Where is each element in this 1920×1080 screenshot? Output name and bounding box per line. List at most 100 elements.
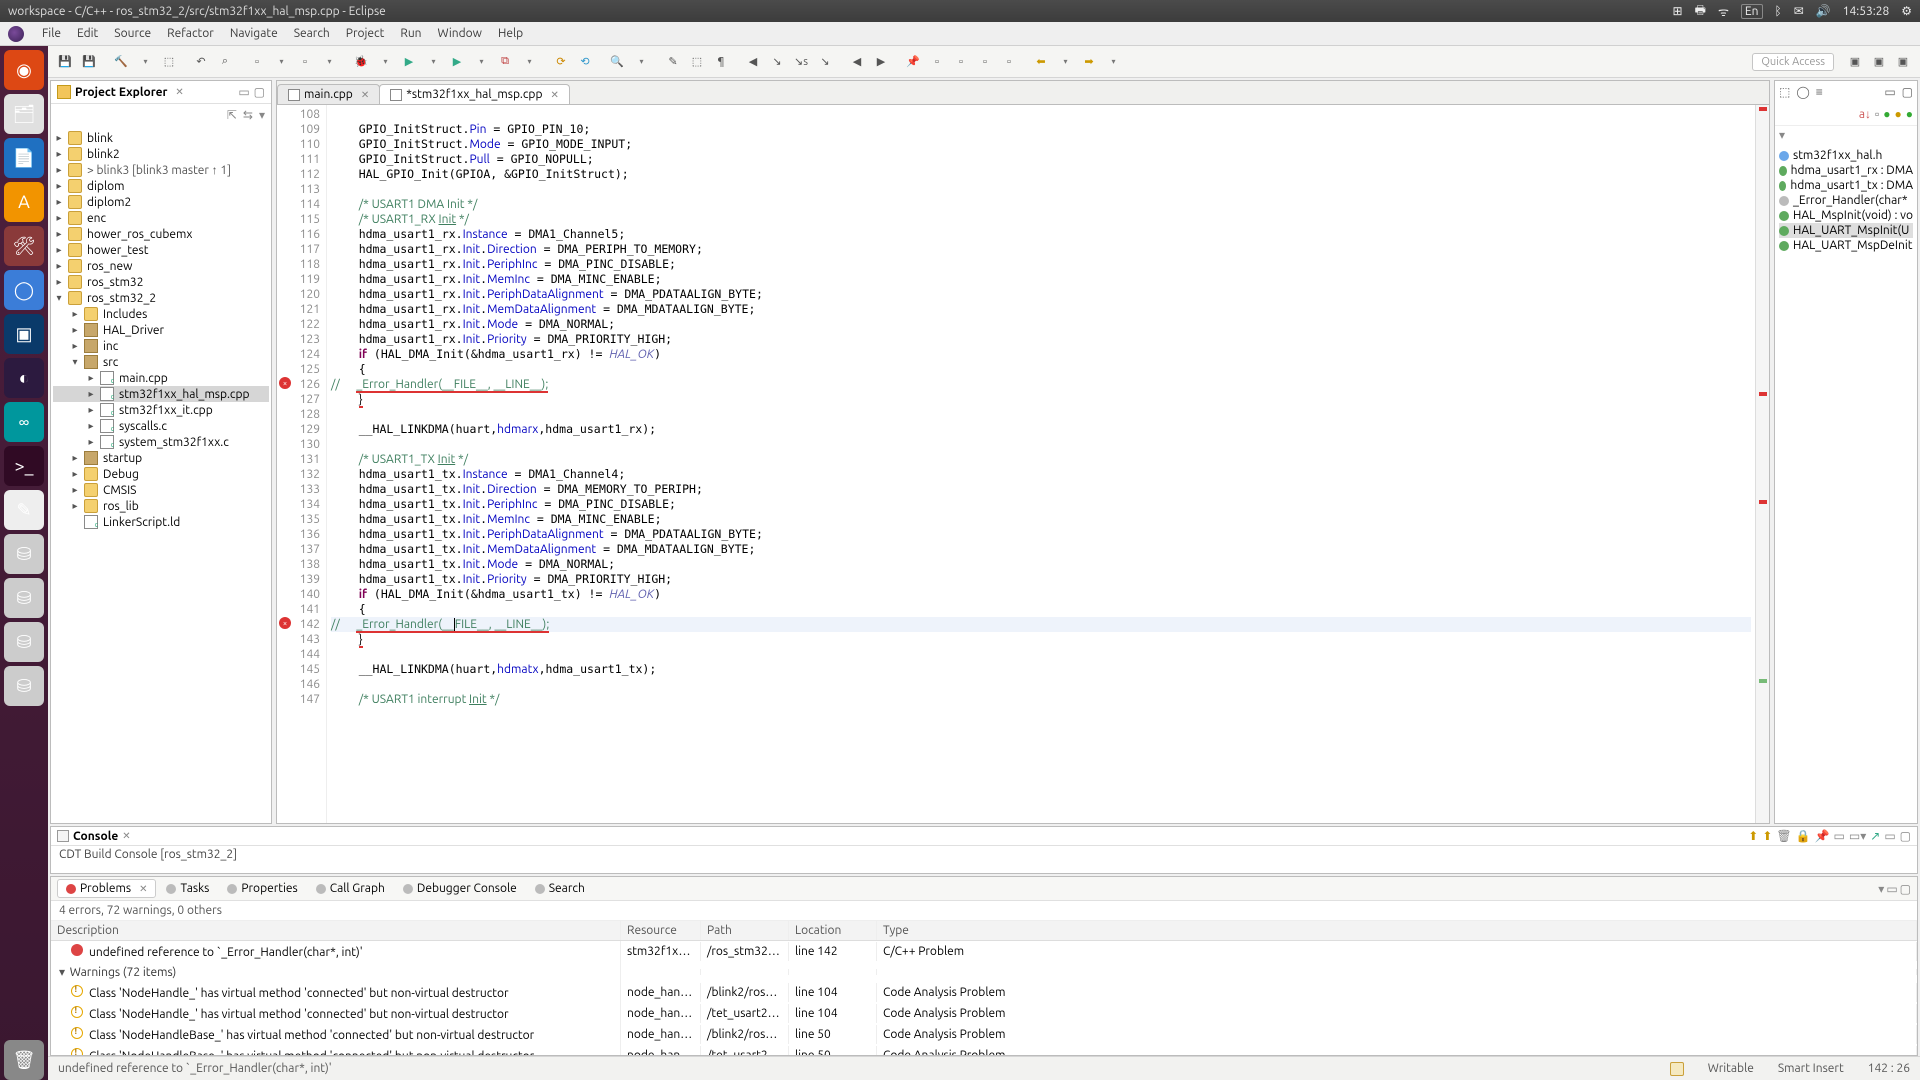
console-display-button[interactable]: ▭ (1834, 829, 1845, 843)
forward-history-dropdown[interactable] (1102, 51, 1124, 73)
console-max-button[interactable]: ▢ (1900, 829, 1911, 843)
tray-mail-icon[interactable]: ✉ (1794, 4, 1804, 18)
back-history-button[interactable]: ⬅ (1030, 51, 1052, 73)
tray-wifi-icon[interactable]: ᯤ (1718, 3, 1729, 20)
problems-min-button[interactable]: ▭ (1886, 882, 1897, 896)
outline-item[interactable]: _Error_Handler(char* (1779, 193, 1913, 208)
launcher-texteditor-icon[interactable]: ✎ (4, 490, 44, 530)
tb-btn-3[interactable]: ▫ (974, 51, 996, 73)
tree-node[interactable]: ▸Debug (53, 466, 269, 482)
column-header[interactable]: Resource (621, 921, 701, 940)
search-button[interactable]: 🔍 (606, 51, 628, 73)
problems-table[interactable]: DescriptionResourcePathLocationType unde… (51, 921, 1917, 1055)
menu-edit[interactable]: Edit (69, 24, 106, 43)
tree-node[interactable]: ▸ros_lib (53, 498, 269, 514)
perspective-cpp-button[interactable]: ▣ (1844, 51, 1866, 73)
outline-toggle-3[interactable]: ≡ (1816, 85, 1823, 99)
show-whitespace-button[interactable]: ¶ (710, 51, 732, 73)
tree-node[interactable]: ▸enc (53, 210, 269, 226)
problem-row[interactable]: Class 'NodeHandleBase_' has virtual meth… (51, 1024, 1917, 1045)
launcher-writer-icon[interactable]: 📄 (4, 138, 44, 178)
menu-source[interactable]: Source (106, 24, 159, 43)
outline-filter3-button[interactable]: ● (1895, 107, 1902, 121)
bottom-tab-tasks[interactable]: Tasks (158, 880, 217, 897)
column-header[interactable]: Description (51, 921, 621, 940)
console-prev-button[interactable]: ⬆ (1748, 829, 1758, 843)
profile-dropdown[interactable] (470, 51, 492, 73)
launcher-disk1-icon[interactable]: ⛁ (4, 534, 44, 574)
save-all-button[interactable]: 💾 (78, 51, 100, 73)
tree-node[interactable]: ▸hower_test (53, 242, 269, 258)
outline-item[interactable]: HAL_UART_MspDeInit (1779, 238, 1913, 253)
step-s-button[interactable]: ↘s (790, 51, 812, 73)
link-editor-button[interactable]: ⇆ (243, 108, 253, 122)
tree-node[interactable]: ▸> blink3 [blink3 master ↑ 1] (53, 162, 269, 178)
problems-max-button[interactable]: ▢ (1900, 882, 1911, 896)
quick-access-input[interactable]: Quick Access (1752, 53, 1834, 71)
column-header[interactable]: Location (789, 921, 877, 940)
debug-dropdown[interactable] (374, 51, 396, 73)
step-annotation-button[interactable]: ↘ (814, 51, 836, 73)
problem-row[interactable]: undefined reference to `_Error_Handler(c… (51, 941, 1917, 962)
outline-item[interactable]: hdma_usart1_tx : DMA (1779, 178, 1913, 193)
debug-button[interactable]: 🐞 (350, 51, 372, 73)
new-source-dropdown[interactable] (318, 51, 340, 73)
close-icon[interactable]: ✕ (550, 89, 558, 101)
outline-item[interactable]: HAL_UART_MspInit(U (1779, 223, 1913, 238)
project-explorer-close-button[interactable]: ✕ (175, 86, 183, 98)
tree-node[interactable]: LinkerScript.ld (53, 514, 269, 530)
tree-node[interactable]: ▸hower_ros_cubemx (53, 226, 269, 242)
menu-project[interactable]: Project (338, 24, 393, 43)
launcher-vbox-icon[interactable]: ▣ (4, 314, 44, 354)
bottom-tab-search[interactable]: Search (527, 880, 593, 897)
tree-node[interactable]: ▾ros_stm32_2 (53, 290, 269, 306)
launcher-chromium-icon[interactable]: ◯ (4, 270, 44, 310)
console-pin-button[interactable]: 📌 (1815, 829, 1830, 843)
launcher-arduino-icon[interactable]: ∞ (4, 402, 44, 442)
tree-node[interactable]: ▸ros_stm32 (53, 274, 269, 290)
bottom-tab-debugger-console[interactable]: Debugger Console (395, 880, 525, 897)
outline-filter2-button[interactable]: ● (1883, 107, 1890, 121)
perspective-open-button[interactable]: ▣ (1868, 51, 1890, 73)
tb-btn-1[interactable]: ▫ (926, 51, 948, 73)
outline-list[interactable]: stm32f1xx_hal.hhdma_usart1_rx : DMAhdma_… (1775, 144, 1917, 257)
outline-item[interactable]: hdma_usart1_rx : DMA (1779, 163, 1913, 178)
tb-btn-4[interactable]: ▫ (998, 51, 1020, 73)
tray-bluetooth-icon[interactable]: ᛒ (1775, 5, 1782, 18)
tray-printer-icon[interactable]: 🖶 (1695, 1, 1706, 22)
forward-history-button[interactable]: ➡ (1078, 51, 1100, 73)
tree-node[interactable]: ▸Includes (53, 306, 269, 322)
menu-search[interactable]: Search (286, 24, 338, 43)
outline-item[interactable]: HAL_MspInit(void) : vo (1779, 208, 1913, 223)
perspective-debug-button[interactable]: ▣ (1892, 51, 1914, 73)
launcher-tool-icon[interactable]: 🛠 (4, 226, 44, 266)
tree-node[interactable]: ▸ros_new (53, 258, 269, 274)
bottom-tab-properties[interactable]: Properties (219, 880, 305, 897)
problem-row[interactable]: Class 'NodeHandle_' has virtual method '… (51, 982, 1917, 1003)
project-tree[interactable]: ▸blink▸blink2▸> blink3 [blink3 master ↑ … (51, 126, 271, 823)
console-min-button[interactable]: ▭ (1884, 829, 1895, 843)
open-type-button[interactable]: ⌕ (214, 51, 236, 73)
tree-node[interactable]: ▸HAL_Driver (53, 322, 269, 338)
menu-run[interactable]: Run (392, 24, 429, 43)
tree-node[interactable]: ▸syscalls.c (53, 418, 269, 434)
tree-node[interactable]: ▸startup (53, 450, 269, 466)
tree-node[interactable]: ▸stm32f1xx_hal_msp.cpp (53, 386, 269, 402)
menu-help[interactable]: Help (490, 24, 531, 43)
launcher-trash-icon[interactable]: 🗑 (4, 1040, 44, 1080)
tree-node[interactable]: ▸diplom (53, 178, 269, 194)
toggle-mark-button[interactable]: ✎ (662, 51, 684, 73)
outline-min-button[interactable]: ▭ (1884, 85, 1895, 99)
overview-ruler[interactable] (1755, 105, 1769, 823)
menu-navigate[interactable]: Navigate (222, 24, 286, 43)
view-maximize-button[interactable]: ▢ (254, 85, 265, 99)
tree-node[interactable]: ▸inc (53, 338, 269, 354)
outline-filter1-button[interactable]: ▫ (1875, 107, 1879, 121)
tree-node[interactable]: ▸blink2 (53, 146, 269, 162)
menu-refactor[interactable]: Refactor (159, 24, 222, 43)
tree-node[interactable]: ▾src (53, 354, 269, 370)
next-annotation-button[interactable]: ▶ (870, 51, 892, 73)
tree-node[interactable]: ▸blink (53, 130, 269, 146)
launcher-eclipse-icon[interactable]: ◐ (4, 358, 44, 398)
bottom-tab-problems[interactable]: Problems✕ (57, 879, 156, 898)
